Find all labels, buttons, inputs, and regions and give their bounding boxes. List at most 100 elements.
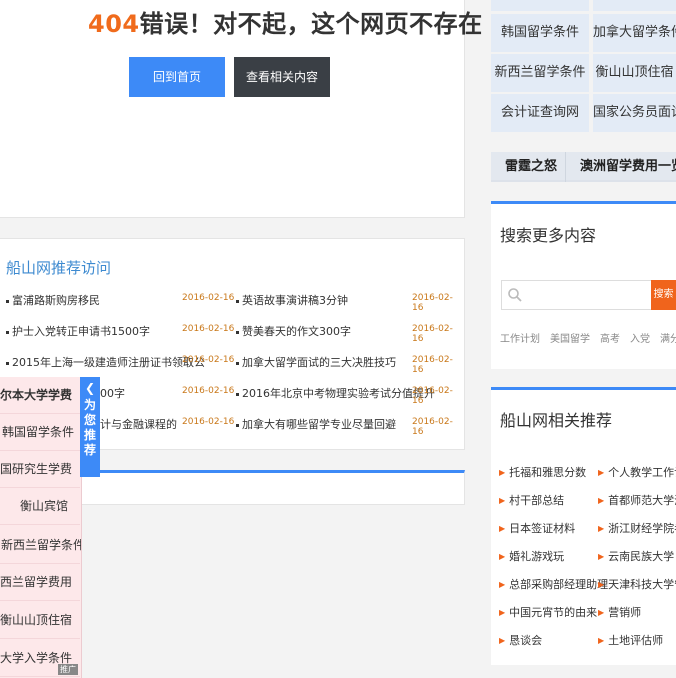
related-link[interactable]: ▶ 中国元宵节的由来	[499, 604, 597, 620]
triangle-right-icon: ▶	[598, 608, 605, 617]
list-item-date: 2016-02-16	[182, 417, 235, 427]
float-panel-toggle[interactable]: ❮ 为您推荐	[80, 377, 100, 477]
related-link[interactable]: ▶ 总部采购部经理助理	[499, 576, 608, 592]
list-item[interactable]: 富浦路斯购房移民	[6, 292, 100, 310]
triangle-right-icon: ▶	[598, 468, 605, 477]
grid-link-partial	[491, 0, 589, 11]
list-item[interactable]: 00字	[100, 385, 125, 403]
tab-link[interactable]: 澳洲留学费用一览表	[580, 152, 676, 182]
search-section: 搜索更多内容 搜索 工作计划美国留学高考入党满分作文	[491, 201, 676, 369]
triangle-right-icon: ▶	[499, 552, 506, 561]
home-button[interactable]: 回到首页	[129, 57, 225, 97]
list-item-date: 2016-02-16	[182, 386, 235, 396]
triangle-right-icon: ▶	[598, 496, 605, 505]
triangle-right-icon: ▶	[598, 636, 605, 645]
bullet-icon	[236, 423, 239, 427]
bullet-icon	[236, 299, 239, 303]
search-button[interactable]: 搜索	[651, 280, 676, 310]
list-item[interactable]: 赞美春天的作文300字	[236, 323, 351, 341]
list-item[interactable]: 计与金融课程的	[100, 416, 177, 434]
related-link[interactable]: ▶ 婚礼游戏玩	[499, 548, 564, 564]
list-item[interactable]: 加拿大留学面试的三大决胜技巧	[236, 354, 396, 372]
list-item[interactable]: 加拿大有哪些留学专业尽量回避	[236, 416, 396, 434]
list-item-date: 2016-02-16	[412, 386, 453, 406]
grid-link[interactable]: 新西兰留学条件	[491, 54, 589, 92]
float-link[interactable]: 新西兰留学条件	[0, 527, 81, 564]
search-input[interactable]	[501, 280, 651, 310]
float-link[interactable]: 西兰留学费用	[0, 564, 80, 601]
float-tab-label: 为您推荐	[84, 398, 97, 457]
list-item[interactable]: 英语故事演讲稿3分钟	[236, 292, 348, 310]
hot-tags: 工作计划美国留学高考入党满分作文	[500, 330, 676, 345]
related-section: 船山网相关推荐 ▶托福和雅思分数 ▶个人教学工作计划 ▶村干部总结 ▶首都师范大…	[491, 387, 676, 665]
error-message: 错误！对不起，这个网页不存在	[139, 10, 483, 38]
list-item[interactable]: 2015年上海一级建造师注册证书领取公	[6, 354, 205, 372]
search-icon	[508, 288, 522, 302]
floating-recommend-panel: 尔本大学学费 韩国留学条件 国研究生学费 衡山宾馆 新西兰留学条件 西兰留学费用…	[0, 377, 82, 678]
grid-link[interactable]: 衡山山顶住宿	[593, 54, 676, 92]
tab-link[interactable]: 雷霆之怒	[505, 152, 557, 182]
search-title: 搜索更多内容	[500, 226, 597, 245]
triangle-right-icon: ▶	[499, 608, 506, 617]
grid-link[interactable]: 韩国留学条件	[491, 14, 589, 52]
list-item-date: 2016-02-16	[182, 324, 235, 334]
float-link[interactable]: 国研究生学费	[0, 451, 80, 488]
tab-strip: 雷霆之怒 澳洲留学费用一览表	[491, 152, 676, 182]
grid-link[interactable]: 国家公务员面试	[593, 94, 676, 132]
list-item[interactable]: 护士入党转正申请书1500字	[6, 323, 150, 341]
triangle-right-icon: ▶	[598, 580, 605, 589]
grid-link-partial	[593, 0, 676, 11]
float-link[interactable]: 衡山山顶住宿	[0, 602, 80, 639]
view-related-button[interactable]: 查看相关内容	[234, 57, 330, 97]
hot-tag[interactable]: 工作计划	[500, 334, 540, 345]
float-link[interactable]: 衡山宾馆	[0, 488, 80, 525]
ad-badge: 推广	[58, 664, 78, 675]
float-link[interactable]: 尔本大学学费	[0, 377, 80, 414]
triangle-right-icon: ▶	[598, 552, 605, 561]
related-link[interactable]: ▶天津科技大学宁夏录	[598, 576, 676, 592]
grid-link[interactable]: 加拿大留学条件	[593, 14, 676, 52]
triangle-right-icon: ▶	[499, 468, 506, 477]
grid-link[interactable]: 会计证查询网	[491, 94, 589, 132]
related-link[interactable]: ▶ 托福和雅思分数	[499, 464, 586, 480]
related-link[interactable]: ▶ 村干部总结	[499, 492, 564, 508]
related-link[interactable]: ▶ 营销师	[598, 604, 641, 620]
error-code: 404	[88, 10, 140, 38]
bullet-icon	[6, 330, 9, 334]
error-card: 404错误！对不起，这个网页不存在 回到首页 查看相关内容	[0, 0, 482, 218]
list-item-date: 2016-02-16	[412, 417, 453, 437]
bullet-icon	[236, 361, 239, 365]
related-link[interactable]: ▶ 日本签证材料	[499, 520, 575, 536]
bullet-icon	[236, 392, 239, 396]
list-item-date: 2016-02-16	[182, 293, 235, 303]
list-item-date: 2016-02-16	[412, 324, 453, 344]
recommended-title: 船山网推荐访问	[6, 259, 112, 277]
related-link[interactable]: ▶ 土地评估师	[598, 632, 663, 648]
related-link[interactable]: ▶ 恳谈会	[499, 632, 542, 648]
related-link[interactable]: ▶浙江财经学院考研调	[598, 520, 676, 536]
chevron-left-icon: ❮	[84, 381, 96, 395]
bullet-icon	[236, 330, 239, 334]
list-item[interactable]: 2016年北京中考物理实验考试分值提升	[236, 385, 435, 403]
list-item-date: 2016-02-16	[182, 355, 235, 365]
hot-tag[interactable]: 高考	[600, 334, 620, 345]
bullet-icon	[6, 361, 9, 365]
hot-tag[interactable]: 美国留学	[550, 334, 590, 345]
list-item-date: 2016-02-16	[412, 293, 453, 313]
list-item-date: 2016-02-16	[412, 355, 453, 375]
triangle-right-icon: ▶	[499, 496, 506, 505]
related-link[interactable]: ▶ 云南民族大学	[598, 548, 674, 564]
related-title: 船山网相关推荐	[500, 411, 613, 430]
related-link[interactable]: ▶个人教学工作计划	[598, 464, 676, 480]
float-link[interactable]: 韩国留学条件	[0, 414, 80, 451]
bullet-icon	[6, 299, 9, 303]
triangle-right-icon: ▶	[598, 524, 605, 533]
related-link[interactable]: ▶首都师范大学海南录	[598, 492, 676, 508]
triangle-right-icon: ▶	[499, 636, 506, 645]
hot-tag[interactable]: 入党	[630, 334, 650, 345]
tab-separator	[565, 152, 566, 182]
triangle-right-icon: ▶	[499, 580, 506, 589]
hot-tag[interactable]: 满分作文	[660, 334, 676, 345]
error-heading: 404错误！对不起，这个网页不存在	[88, 4, 483, 39]
triangle-right-icon: ▶	[499, 524, 506, 533]
